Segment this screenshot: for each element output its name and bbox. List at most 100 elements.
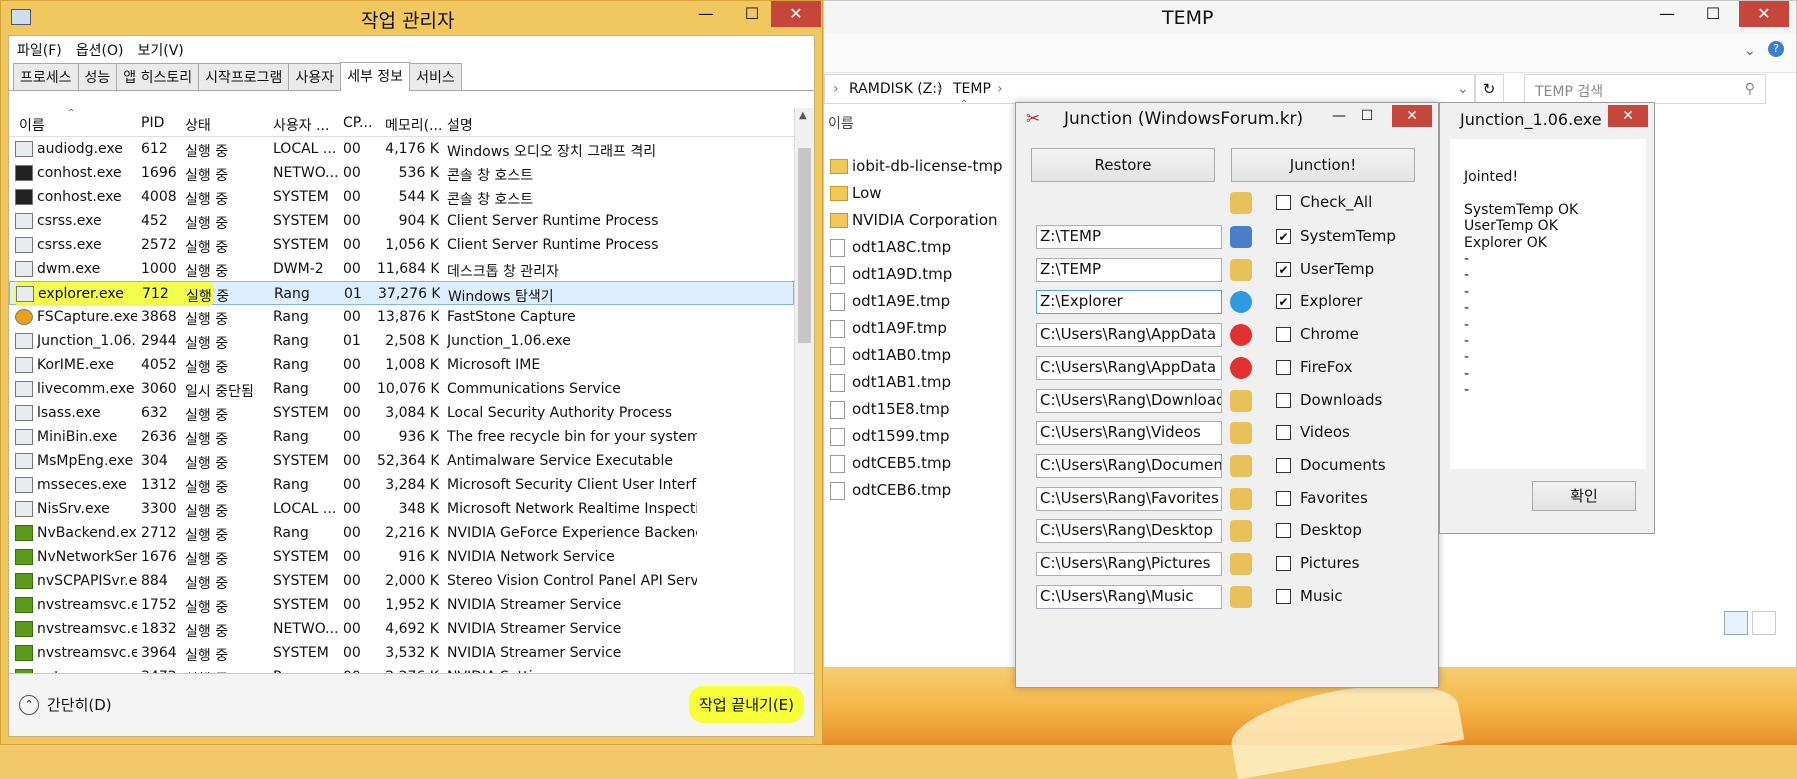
table-row[interactable]: NisSrv.exe 3300 실행 중 LOCAL ... 00 348 K Micros… xyxy=(9,497,794,521)
close-button[interactable]: ✕ xyxy=(771,1,821,27)
scrollbar-thumb[interactable] xyxy=(798,148,811,343)
vertical-scrollbar[interactable]: ▲ ▼ xyxy=(794,108,814,716)
path-input[interactable]: C:\Users\Rang\Desktop xyxy=(1036,519,1222,544)
help-icon[interactable]: ? xyxy=(1768,41,1784,57)
row-checkbox[interactable] xyxy=(1276,359,1291,375)
col-memory[interactable]: 메모리(... xyxy=(385,115,442,135)
table-row[interactable]: conhost.exe 4008 실행 중 SYSTEM 00 544 K 콘솔 창 호스트 xyxy=(9,185,794,209)
col-pid[interactable]: PID xyxy=(141,115,164,131)
row-checkbox[interactable] xyxy=(1276,425,1291,441)
menu-file[interactable]: 파일(F) xyxy=(17,40,62,60)
junction-button[interactable]: Junction! xyxy=(1231,148,1415,182)
cell-user: Rang xyxy=(273,477,309,493)
scroll-up-icon[interactable]: ▲ xyxy=(799,110,807,121)
row-checkbox[interactable] xyxy=(1276,523,1291,539)
address-bar[interactable]: › RAMDISK (Z:) › TEMP › ⌄ xyxy=(824,74,1476,104)
path-input[interactable]: C:\Users\Rang\AppData xyxy=(1036,323,1222,348)
tab-app-history[interactable]: 앱 히스토리 xyxy=(116,63,200,90)
table-row[interactable]: livecomm.exe 3060 일시 중단됨 Rang 00 10,076 K Comm… xyxy=(9,377,794,401)
table-row[interactable]: NvBackend.exe 2712 실행 중 Rang 00 2,216 K NVIDIA… xyxy=(9,521,794,545)
row-checkbox[interactable] xyxy=(1276,556,1291,571)
row-checkbox[interactable] xyxy=(1276,392,1291,408)
close-button[interactable]: ✕ xyxy=(1739,1,1789,27)
task-manager-titlebar[interactable]: 작업 관리자 — ☐ ✕ xyxy=(1,1,822,34)
maximize-button[interactable]: ☐ xyxy=(1690,1,1736,27)
table-row[interactable]: audiodg.exe 612 실행 중 LOCAL ... 00 4,176 K Wind… xyxy=(9,137,794,161)
table-row[interactable]: nvstreamsvc.exe1832 실행 중 NETWO...00 4,692 K… xyxy=(9,617,794,641)
file-icon xyxy=(830,239,845,257)
details-view-icon[interactable] xyxy=(1724,611,1748,635)
table-row[interactable]: conhost.exe 1696 실행 중 NETWO... 00 536 K 콘솔 창 호… xyxy=(9,161,794,185)
ok-button[interactable]: 확인 xyxy=(1532,481,1636,511)
ribbon-expand-icon[interactable]: ⌄ xyxy=(1744,43,1756,59)
tab-details[interactable]: 세부 정보 xyxy=(340,62,411,91)
dialog-titlebar[interactable]: Junction_1.06.exe ✕ xyxy=(1440,103,1654,135)
large-icons-view-icon[interactable] xyxy=(1752,611,1776,635)
col-name[interactable]: 이름 xyxy=(19,115,45,135)
breadcrumb-ramdisk[interactable]: RAMDISK (Z:) xyxy=(849,81,942,97)
end-task-button[interactable]: 작업 끝내기(E) xyxy=(689,686,804,723)
menu-view[interactable]: 보기(V) xyxy=(137,40,183,60)
table-row[interactable]: csrss.exe 2572 실행 중 SYSTEM 00 1,056 K Client S… xyxy=(9,233,794,257)
breadcrumb-temp[interactable]: TEMP xyxy=(953,81,991,97)
path-input[interactable]: C:\Users\Rang\Pictures xyxy=(1036,552,1222,576)
path-input[interactable]: Z:\Explorer xyxy=(1036,290,1222,315)
path-input[interactable]: C:\Users\Rang\Favorites xyxy=(1036,486,1222,511)
table-row[interactable]: csrss.exe 452 실행 중 SYSTEM 00 904 K Client Serv… xyxy=(9,209,794,233)
table-row[interactable]: nvstreamsvc.exe3964 실행 중 SYSTEM 00 3,532 K NV… xyxy=(9,641,794,665)
row-checkbox[interactable] xyxy=(1276,588,1291,604)
table-row[interactable]: KorIME.exe 4052 실행 중 Rang 00 1,008 K Microsoft… xyxy=(9,353,794,377)
close-button[interactable]: ✕ xyxy=(1608,105,1648,127)
tab-startup[interactable]: 시작프로그램 xyxy=(198,63,290,90)
cell-name: MiniBin.exe xyxy=(37,429,118,445)
tab-performance[interactable]: 성능 xyxy=(77,63,118,90)
minimize-button[interactable]: — xyxy=(1644,1,1690,27)
row-checkbox[interactable]: ✔ xyxy=(1276,261,1291,277)
table-row[interactable]: Junction_1.06.e...2944 실행 중 Rang 01 2,508 K J… xyxy=(9,329,794,353)
path-input[interactable]: C:\Users\Rang\AppData xyxy=(1036,355,1222,380)
path-input[interactable]: C:\Users\Rang\Documents xyxy=(1036,453,1222,478)
tab-services[interactable]: 서비스 xyxy=(409,63,462,90)
path-input[interactable]: C:\Users\Rang\Downloads xyxy=(1036,388,1222,413)
row-checkbox[interactable] xyxy=(1276,490,1291,506)
table-row[interactable]: nvSCPAPISvr.exe884 실행 중 SYSTEM 00 2,000 K Ste… xyxy=(9,569,794,593)
check-all-checkbox[interactable] xyxy=(1276,195,1291,210)
maximize-button[interactable]: ☐ xyxy=(1354,105,1380,127)
fewer-details-button[interactable]: ⌃ 간단히(D) xyxy=(19,694,112,715)
tab-processes[interactable]: 프로세스 xyxy=(13,63,79,90)
col-cpu[interactable]: CP... xyxy=(343,115,372,131)
col-status[interactable]: 상태 xyxy=(185,115,211,135)
table-row[interactable]: msseces.exe 1312 실행 중 Rang 00 3,284 K Microsof… xyxy=(9,473,794,497)
table-row[interactable]: dwm.exe 1000 실행 중 DWM-2 00 11,684 K 데스크톱 창 관리자 xyxy=(9,257,794,281)
table-row[interactable]: MiniBin.exe 2636 실행 중 Rang 00 936 K The free r… xyxy=(9,425,794,449)
tab-users[interactable]: 사용자 xyxy=(288,63,342,90)
col-description[interactable]: 설명 xyxy=(447,115,473,135)
minimize-button[interactable]: — xyxy=(683,1,729,27)
table-row[interactable]: explorer.exe 712 실행 중 Rang 01 37,276 K Windows… xyxy=(9,281,794,306)
row-checkbox[interactable] xyxy=(1276,327,1291,343)
row-checkbox[interactable]: ✔ xyxy=(1276,229,1291,244)
table-row[interactable]: MsMpEng.exe 304 실행 중 SYSTEM 00 52,364 K Antima… xyxy=(9,449,794,473)
table-row[interactable]: nvstreamsvc.exe1752 실행 중 SYSTEM 00 1,952 K NV… xyxy=(9,593,794,617)
path-input[interactable]: C:\Users\Rang\Music xyxy=(1036,584,1222,609)
address-dropdown-icon[interactable]: ⌄ xyxy=(1457,81,1469,97)
row-checkbox[interactable] xyxy=(1276,457,1291,473)
cell-name: audiodg.exe xyxy=(37,141,123,157)
table-row[interactable]: FSCapture.exe 3868 실행 중 Rang 00 13,876 K FastS… xyxy=(9,305,794,329)
junction-titlebar[interactable]: ✂ Junction (WindowsForum.kr) — ☐ ✕ xyxy=(1016,103,1438,135)
path-input[interactable]: Z:\TEMP xyxy=(1036,257,1222,282)
path-input[interactable]: Z:\TEMP xyxy=(1036,225,1222,249)
path-input[interactable]: C:\Users\Rang\Videos xyxy=(1036,421,1222,446)
search-box[interactable]: TEMP 검색 ⚲ xyxy=(1524,74,1766,104)
menu-options[interactable]: 옵션(O) xyxy=(76,40,124,60)
explorer-titlebar[interactable]: TEMP — ☐ ✕ xyxy=(824,1,1796,34)
close-button[interactable]: ✕ xyxy=(1392,105,1432,127)
row-checkbox[interactable]: ✔ xyxy=(1276,294,1291,310)
restore-button[interactable]: Restore xyxy=(1031,148,1215,182)
minimize-button[interactable]: — xyxy=(1326,105,1352,127)
maximize-button[interactable]: ☐ xyxy=(729,1,775,27)
col-user[interactable]: 사용자 ... xyxy=(273,115,329,135)
refresh-button[interactable]: ↻ xyxy=(1474,74,1504,104)
table-row[interactable]: lsass.exe 632 실행 중 SYSTEM 00 3,084 K Local Sec… xyxy=(9,401,794,425)
table-row[interactable]: NvNetworkServ...1676 실행 중 SYSTEM 00 916 K NVI… xyxy=(9,545,794,569)
